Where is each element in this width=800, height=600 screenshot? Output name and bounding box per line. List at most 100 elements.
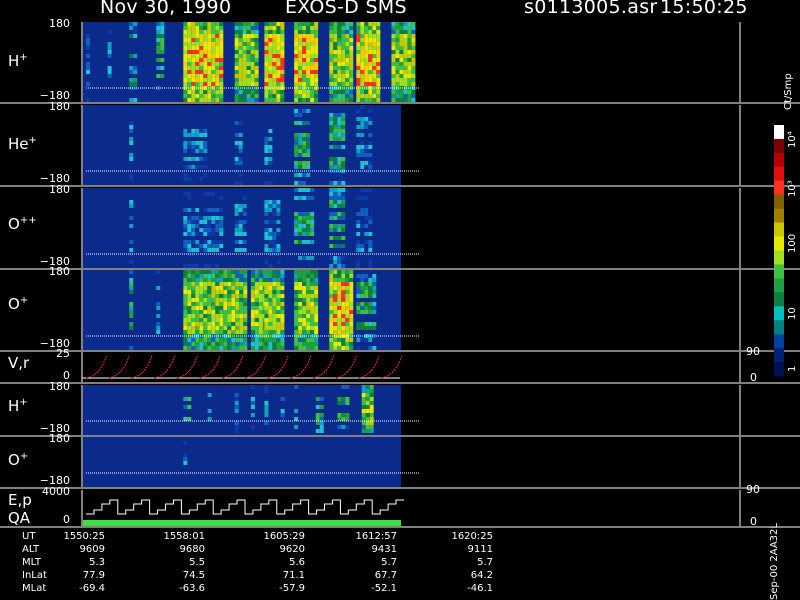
heatmap-cell — [199, 129, 204, 133]
heatmap-cell — [341, 330, 346, 334]
heatmap-cell — [276, 240, 281, 244]
heatmap-cell — [199, 149, 204, 153]
heatmap-cell — [199, 302, 204, 306]
heatmap-cell — [302, 228, 307, 232]
heatmap-cell — [215, 82, 220, 86]
heatmap-cell — [268, 232, 273, 236]
heatmap-cell — [242, 232, 247, 236]
heatmap-cell — [368, 54, 373, 58]
heatmap-cell — [302, 342, 307, 346]
heatmap-cell — [264, 330, 269, 334]
heatmap-cell — [302, 310, 307, 314]
heatmap-cell — [250, 282, 255, 286]
heatmap-cell — [294, 58, 299, 62]
heatmap-cell — [264, 244, 269, 248]
heatmap-cell — [215, 322, 220, 326]
heatmap-cell — [298, 188, 303, 192]
heatmap-cell — [211, 310, 216, 314]
heatmap-cell — [211, 50, 216, 54]
colorbar-swatch — [774, 194, 784, 210]
heatmap-cell — [280, 294, 285, 298]
heatmap-cell — [376, 78, 381, 82]
heatmap-cell — [361, 401, 366, 405]
heatmap-cell — [319, 405, 324, 409]
heatmap-cell — [133, 22, 138, 26]
heatmap-cell — [191, 90, 196, 94]
heatmap-cell — [345, 401, 350, 405]
heatmap-cell — [215, 306, 220, 310]
heatmap-cell — [195, 173, 200, 177]
heatmap-cell — [411, 90, 416, 94]
heatmap-cell — [199, 98, 204, 102]
heatmap-cell — [280, 46, 285, 50]
heatmap-cell — [187, 342, 192, 346]
heatmap-cell — [195, 278, 200, 282]
heatmap-cell — [337, 161, 342, 165]
heatmap-cell — [272, 338, 277, 342]
heatmap-cell — [345, 98, 350, 102]
heatmap-cell — [294, 286, 299, 290]
heatmap-cell — [234, 204, 239, 208]
heatmap-cell — [160, 50, 165, 54]
heatmap-cell — [264, 94, 269, 98]
footer-value: 64.2 — [470, 570, 493, 581]
heatmap-cell — [272, 318, 277, 322]
heatmap-cell — [329, 161, 334, 165]
heatmap-cell — [310, 256, 315, 260]
heatmap-cell — [187, 145, 192, 149]
heatmap-cell — [160, 30, 165, 34]
heatmap-cell — [199, 145, 204, 149]
heatmap-cell — [294, 425, 299, 429]
heatmap-cell — [333, 236, 338, 240]
heatmap-cell — [187, 322, 192, 326]
heatmap-cell — [242, 220, 247, 224]
heatmap-cell — [160, 46, 165, 50]
heatmap-cell — [360, 224, 365, 228]
heatmap-cell — [298, 98, 303, 102]
heatmap-cell — [243, 330, 248, 334]
heatmap-cell — [219, 34, 224, 38]
heatmap-cell — [360, 294, 365, 298]
heatmap-cell — [183, 330, 188, 334]
heatmap-cell — [337, 121, 342, 125]
heatmap-cell — [333, 78, 338, 82]
heatmap-cell — [395, 42, 400, 46]
heatmap-cell — [227, 346, 232, 350]
heatmap-cell — [211, 74, 216, 78]
heatmap-cell — [369, 385, 374, 389]
heatmap-cell — [306, 294, 311, 298]
heatmap-cell — [215, 58, 220, 62]
heatmap-cell — [329, 204, 334, 208]
heatmap-cell — [294, 314, 299, 318]
heatmap-cell — [368, 248, 373, 252]
heatmap-cell — [268, 46, 273, 50]
heatmap-cell — [199, 282, 204, 286]
heatmap-cell — [411, 66, 416, 70]
heatmap-cell — [268, 157, 273, 161]
heatmap-cell — [356, 290, 361, 294]
heatmap-cell — [356, 58, 361, 62]
heatmap-cell — [264, 90, 269, 94]
heatmap-cell — [298, 66, 303, 70]
heatmap-cell — [306, 50, 311, 54]
heatmap-cell — [294, 282, 299, 286]
heatmap-cell — [364, 161, 369, 165]
heatmap-cell — [250, 58, 255, 62]
heatmap-cell — [337, 42, 342, 46]
heatmap-cell — [258, 286, 263, 290]
heatmap-cell — [302, 46, 307, 50]
heatmap-cell — [391, 46, 396, 50]
heatmap-cell — [333, 310, 338, 314]
heatmap-cell — [129, 208, 134, 212]
heatmap-cell — [207, 338, 212, 342]
heatmap-cell — [219, 22, 224, 26]
heatmap-cell — [254, 62, 259, 66]
heatmap-cell — [264, 264, 269, 268]
heatmap-cell — [211, 94, 216, 98]
heatmap-cell — [349, 74, 354, 78]
heatmap-cell — [264, 228, 269, 232]
heatmap-cell — [234, 232, 239, 236]
heatmap-cell — [298, 314, 303, 318]
heatmap-cell — [211, 264, 216, 268]
heatmap-cell — [372, 58, 377, 62]
